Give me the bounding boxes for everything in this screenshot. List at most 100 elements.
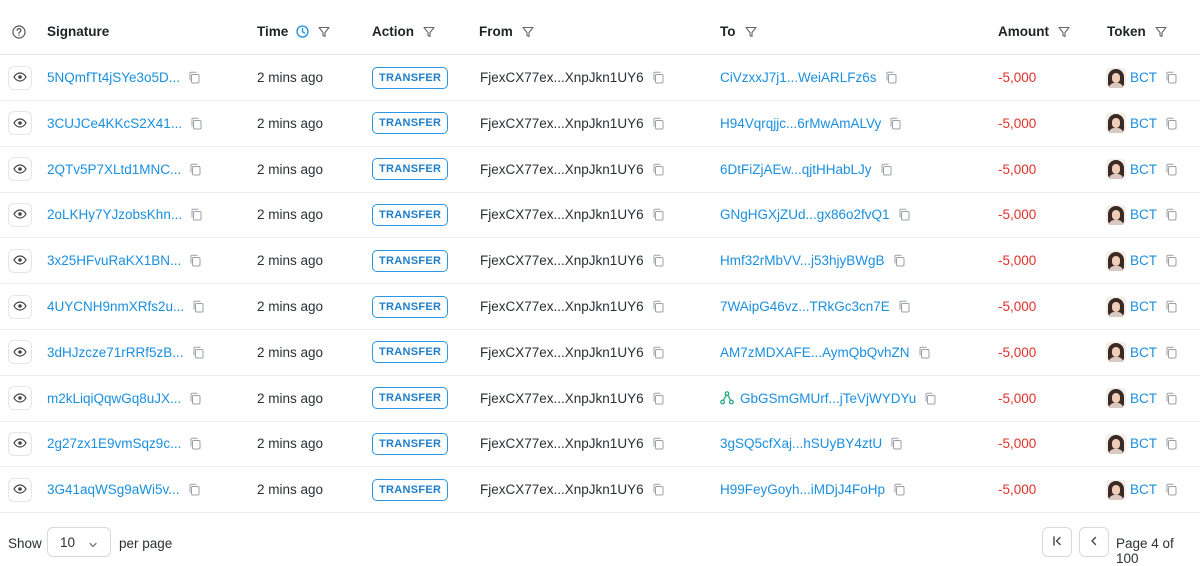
from-address[interactable]: FjexCX77ex...XnpJkn1UY6 xyxy=(480,253,644,268)
copy-icon[interactable] xyxy=(189,254,201,267)
copy-icon[interactable] xyxy=(1165,483,1177,496)
table-row[interactable]: 3dHJzcze71rRRf5zB... 2 mins ago TRANSFER… xyxy=(0,330,1200,376)
signature-link[interactable]: 5NQmfTt4jSYe3o5D... xyxy=(47,70,180,85)
table-row[interactable]: 4UYCNH9nmXRfs2u... 2 mins ago TRANSFER F… xyxy=(0,284,1200,330)
table-row[interactable]: 2g27zx1E9vmSqz9c... 2 mins ago TRANSFER … xyxy=(0,421,1200,468)
to-address-link[interactable]: GbGSmGMUrf...jTeVjWYDYu xyxy=(740,391,916,406)
clock-icon[interactable] xyxy=(296,25,309,38)
copy-icon[interactable] xyxy=(188,71,200,84)
from-address[interactable]: FjexCX77ex...XnpJkn1UY6 xyxy=(480,345,644,360)
to-address-link[interactable]: H99FeyGoyh...iMDjJ4FoHp xyxy=(720,482,885,497)
to-address-link[interactable]: H94Vqrqjjc...6rMwAmALVy xyxy=(720,116,881,131)
copy-icon[interactable] xyxy=(188,483,200,496)
filter-icon[interactable] xyxy=(1058,26,1070,38)
copy-icon[interactable] xyxy=(898,208,910,221)
signature-link[interactable]: 2QTv5P7XLtd1MNC... xyxy=(47,162,181,177)
view-button[interactable] xyxy=(8,111,32,136)
signature-link[interactable]: 3CUJCe4KKcS2X41... xyxy=(47,116,182,131)
copy-icon[interactable] xyxy=(652,483,664,496)
copy-icon[interactable] xyxy=(189,392,201,405)
copy-icon[interactable] xyxy=(893,483,905,496)
view-button[interactable] xyxy=(8,157,32,182)
copy-icon[interactable] xyxy=(1165,437,1177,450)
copy-icon[interactable] xyxy=(652,346,664,359)
filter-icon[interactable] xyxy=(423,26,435,38)
table-row[interactable]: 5NQmfTt4jSYe3o5D... 2 mins ago TRANSFER … xyxy=(0,55,1200,101)
table-row[interactable]: 3G41aqWSg9aWi5v... 2 mins ago TRANSFER F… xyxy=(0,467,1200,514)
signature-link[interactable]: 3x25HFvuRaKX1BN... xyxy=(47,253,181,268)
copy-icon[interactable] xyxy=(1165,117,1177,130)
view-button[interactable] xyxy=(8,202,32,227)
from-address[interactable]: FjexCX77ex...XnpJkn1UY6 xyxy=(480,436,644,451)
copy-icon[interactable] xyxy=(898,300,910,313)
view-button[interactable] xyxy=(8,386,32,411)
filter-icon[interactable] xyxy=(1155,26,1167,38)
copy-icon[interactable] xyxy=(192,346,204,359)
from-address[interactable]: FjexCX77ex...XnpJkn1UY6 xyxy=(480,162,644,177)
table-row[interactable]: m2kLiqiQqwGq8uJX... 2 mins ago TRANSFER … xyxy=(0,376,1200,422)
from-address[interactable]: FjexCX77ex...XnpJkn1UY6 xyxy=(480,116,644,131)
copy-icon[interactable] xyxy=(924,392,936,405)
signature-link[interactable]: m2kLiqiQqwGq8uJX... xyxy=(47,391,181,406)
table-row[interactable]: 2QTv5P7XLtd1MNC... 2 mins ago TRANSFER F… xyxy=(0,147,1200,193)
token-link[interactable]: BCT xyxy=(1130,299,1157,314)
from-address[interactable]: FjexCX77ex...XnpJkn1UY6 xyxy=(480,207,644,222)
copy-icon[interactable] xyxy=(192,300,204,313)
copy-icon[interactable] xyxy=(190,117,202,130)
copy-icon[interactable] xyxy=(893,254,905,267)
copy-icon[interactable] xyxy=(1165,392,1177,405)
signature-link[interactable]: 4UYCNH9nmXRfs2u... xyxy=(47,299,184,314)
table-row[interactable]: 3CUJCe4KKcS2X41... 2 mins ago TRANSFER F… xyxy=(0,101,1200,147)
token-link[interactable]: BCT xyxy=(1130,116,1157,131)
copy-icon[interactable] xyxy=(890,437,902,450)
copy-icon[interactable] xyxy=(652,208,664,221)
table-row[interactable]: 2oLKHy7YJzobsKhn... 2 mins ago TRANSFER … xyxy=(0,192,1200,239)
copy-icon[interactable] xyxy=(1165,163,1177,176)
copy-icon[interactable] xyxy=(652,71,664,84)
token-link[interactable]: BCT xyxy=(1130,253,1157,268)
token-link[interactable]: BCT xyxy=(1130,70,1157,85)
per-page-select[interactable]: 10 xyxy=(47,527,111,557)
copy-icon[interactable] xyxy=(918,346,930,359)
to-address-link[interactable]: GNgHGXjZUd...gx86o2fvQ1 xyxy=(720,207,890,222)
signature-link[interactable]: 3G41aqWSg9aWi5v... xyxy=(47,482,180,497)
to-address-link[interactable]: CiVzxxJ7j1...WeiARLFz6s xyxy=(720,70,877,85)
token-link[interactable]: BCT xyxy=(1130,207,1157,222)
copy-icon[interactable] xyxy=(652,117,664,130)
from-address[interactable]: FjexCX77ex...XnpJkn1UY6 xyxy=(480,391,644,406)
view-button[interactable] xyxy=(8,65,32,90)
view-button[interactable] xyxy=(8,477,32,502)
copy-icon[interactable] xyxy=(889,117,901,130)
table-row[interactable]: 3x25HFvuRaKX1BN... 2 mins ago TRANSFER F… xyxy=(0,238,1200,285)
copy-icon[interactable] xyxy=(885,71,897,84)
copy-icon[interactable] xyxy=(1165,208,1177,221)
copy-icon[interactable] xyxy=(652,437,664,450)
view-button[interactable] xyxy=(8,431,32,456)
to-address-link[interactable]: 6DtFiZjAEw...qjtHHabLJy xyxy=(720,162,872,177)
first-page-button[interactable] xyxy=(1042,527,1072,557)
to-address-link[interactable]: AM7zMDXAFE...AymQbQvhZN xyxy=(720,345,910,360)
signature-link[interactable]: 3dHJzcze71rRRf5zB... xyxy=(47,345,184,360)
filter-icon[interactable] xyxy=(744,26,757,38)
copy-icon[interactable] xyxy=(652,163,664,176)
copy-icon[interactable] xyxy=(1165,300,1177,313)
copy-icon[interactable] xyxy=(1165,254,1177,267)
to-address-link[interactable]: 3gSQ5cfXaj...hSUyBY4ztU xyxy=(720,436,882,451)
to-address-link[interactable]: 7WAipG46vz...TRkGc3cn7E xyxy=(720,299,890,314)
signature-link[interactable]: 2g27zx1E9vmSqz9c... xyxy=(47,436,181,451)
copy-icon[interactable] xyxy=(189,437,201,450)
from-address[interactable]: FjexCX77ex...XnpJkn1UY6 xyxy=(480,70,644,85)
filter-icon[interactable] xyxy=(318,26,330,38)
to-address-link[interactable]: Hmf32rMbVV...j53hjyBWgB xyxy=(720,253,885,268)
token-link[interactable]: BCT xyxy=(1130,391,1157,406)
copy-icon[interactable] xyxy=(652,300,664,313)
copy-icon[interactable] xyxy=(1165,71,1177,84)
view-button[interactable] xyxy=(8,294,32,319)
token-link[interactable]: BCT xyxy=(1130,345,1157,360)
token-link[interactable]: BCT xyxy=(1130,482,1157,497)
copy-icon[interactable] xyxy=(190,208,202,221)
copy-icon[interactable] xyxy=(880,163,892,176)
token-link[interactable]: BCT xyxy=(1130,436,1157,451)
copy-icon[interactable] xyxy=(189,163,201,176)
view-button[interactable] xyxy=(8,248,32,273)
